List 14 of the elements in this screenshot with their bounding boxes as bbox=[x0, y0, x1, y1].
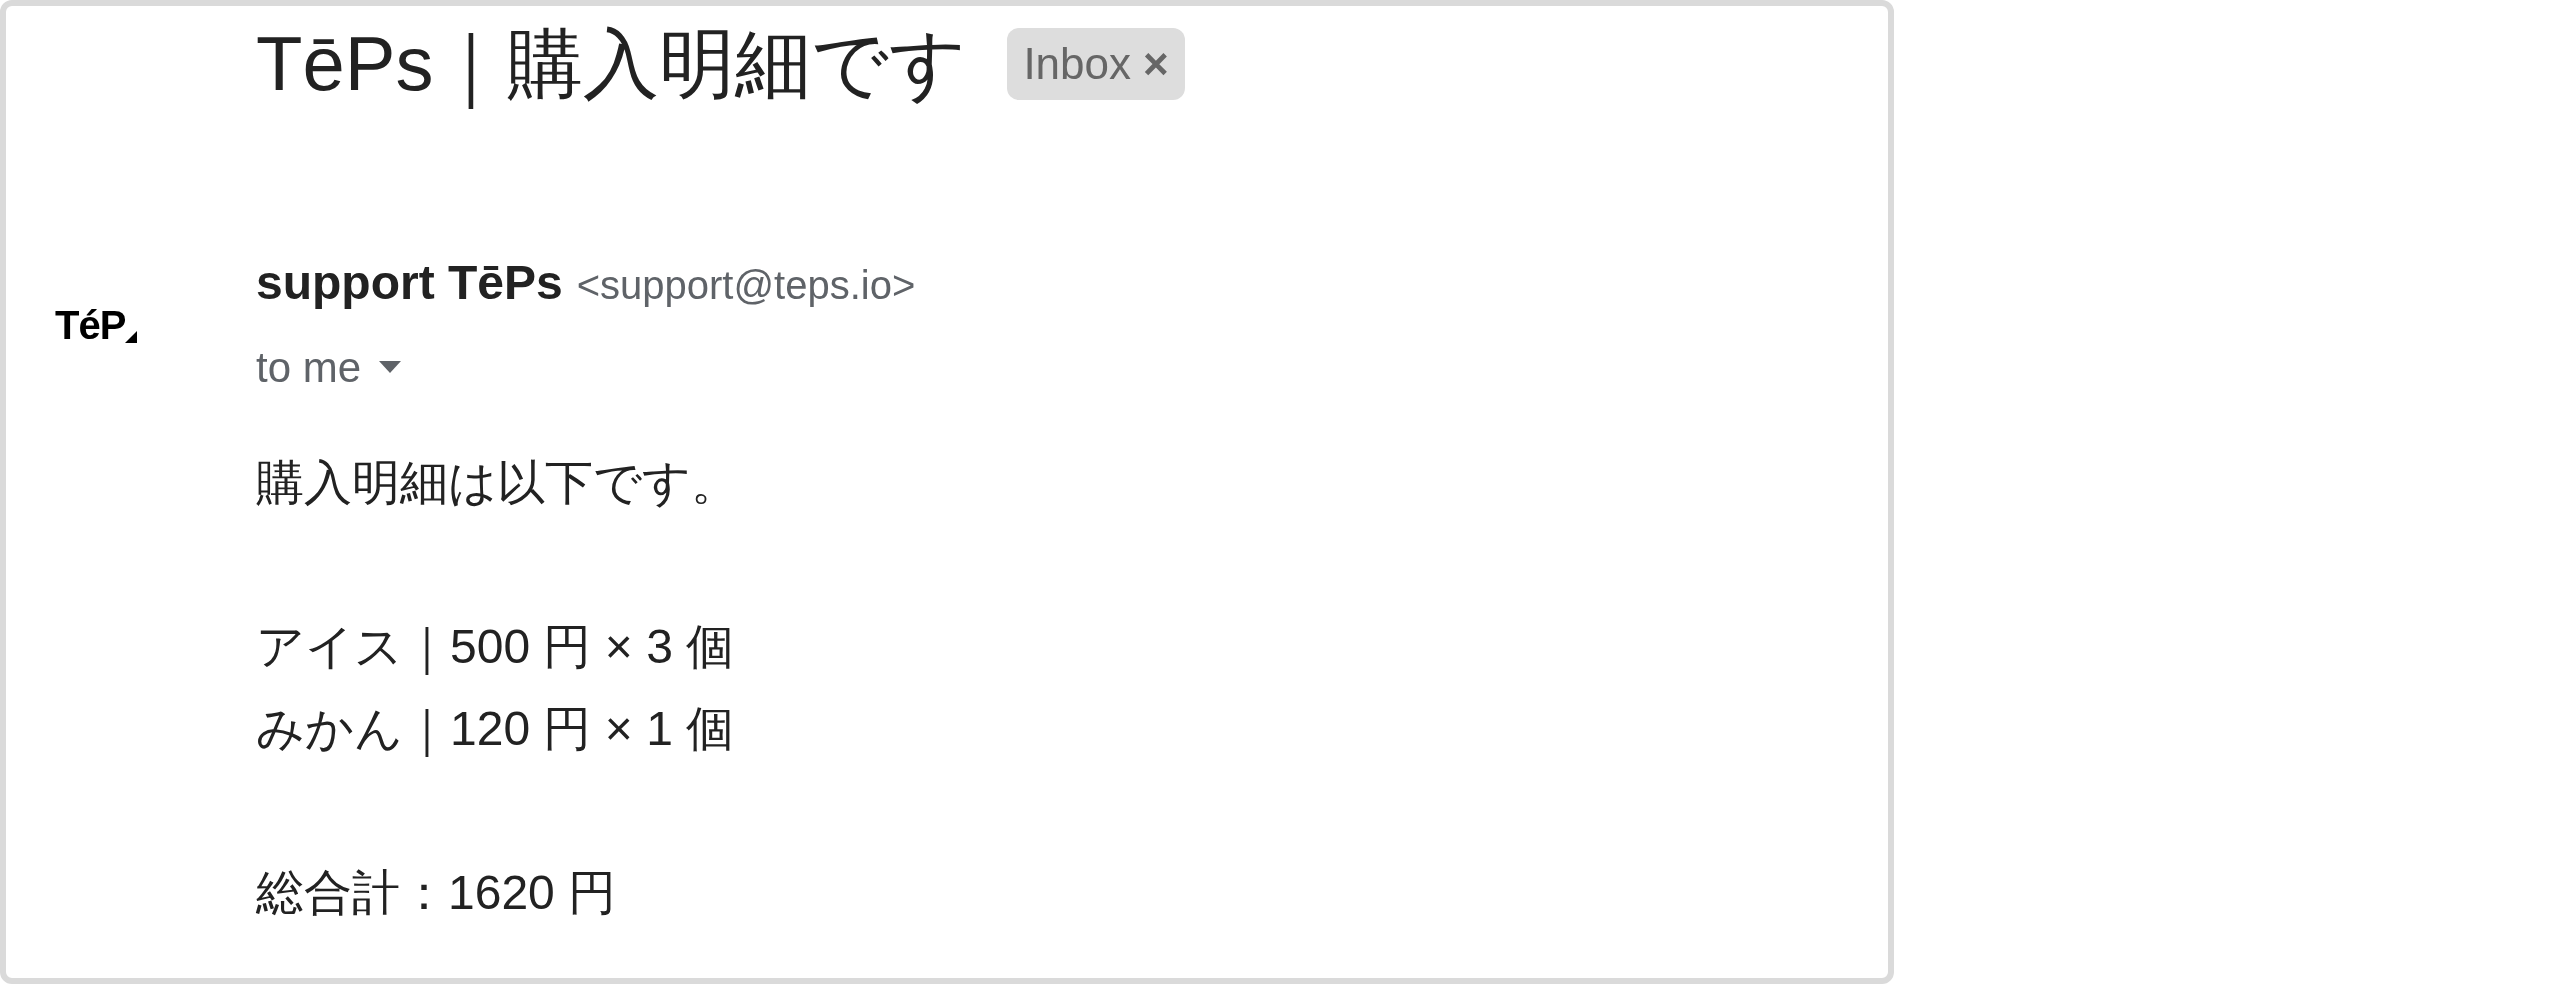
inbox-label[interactable]: Inbox × bbox=[1007, 27, 1185, 100]
body-line: みかん｜120 円 × 1 個 bbox=[256, 701, 736, 759]
sender-logo: TéP bbox=[55, 305, 138, 345]
remove-label-button[interactable]: × bbox=[1143, 30, 1169, 97]
caret-icon bbox=[379, 361, 402, 373]
body-line: 購入明細は以下です。 bbox=[256, 455, 740, 511]
sender-name: support TēPs bbox=[256, 255, 563, 311]
email-subject: TēPs｜購入明細です bbox=[256, 13, 968, 114]
recipient-dropdown[interactable]: to me bbox=[256, 337, 916, 397]
label-text: Inbox bbox=[1023, 37, 1132, 90]
triangle-icon bbox=[125, 331, 138, 343]
sender-email: <support@teps.io> bbox=[576, 262, 916, 309]
body-line: 総合計：1620 円 bbox=[256, 865, 618, 921]
body-line: アイス｜500 円 × 3 個 bbox=[256, 619, 736, 677]
